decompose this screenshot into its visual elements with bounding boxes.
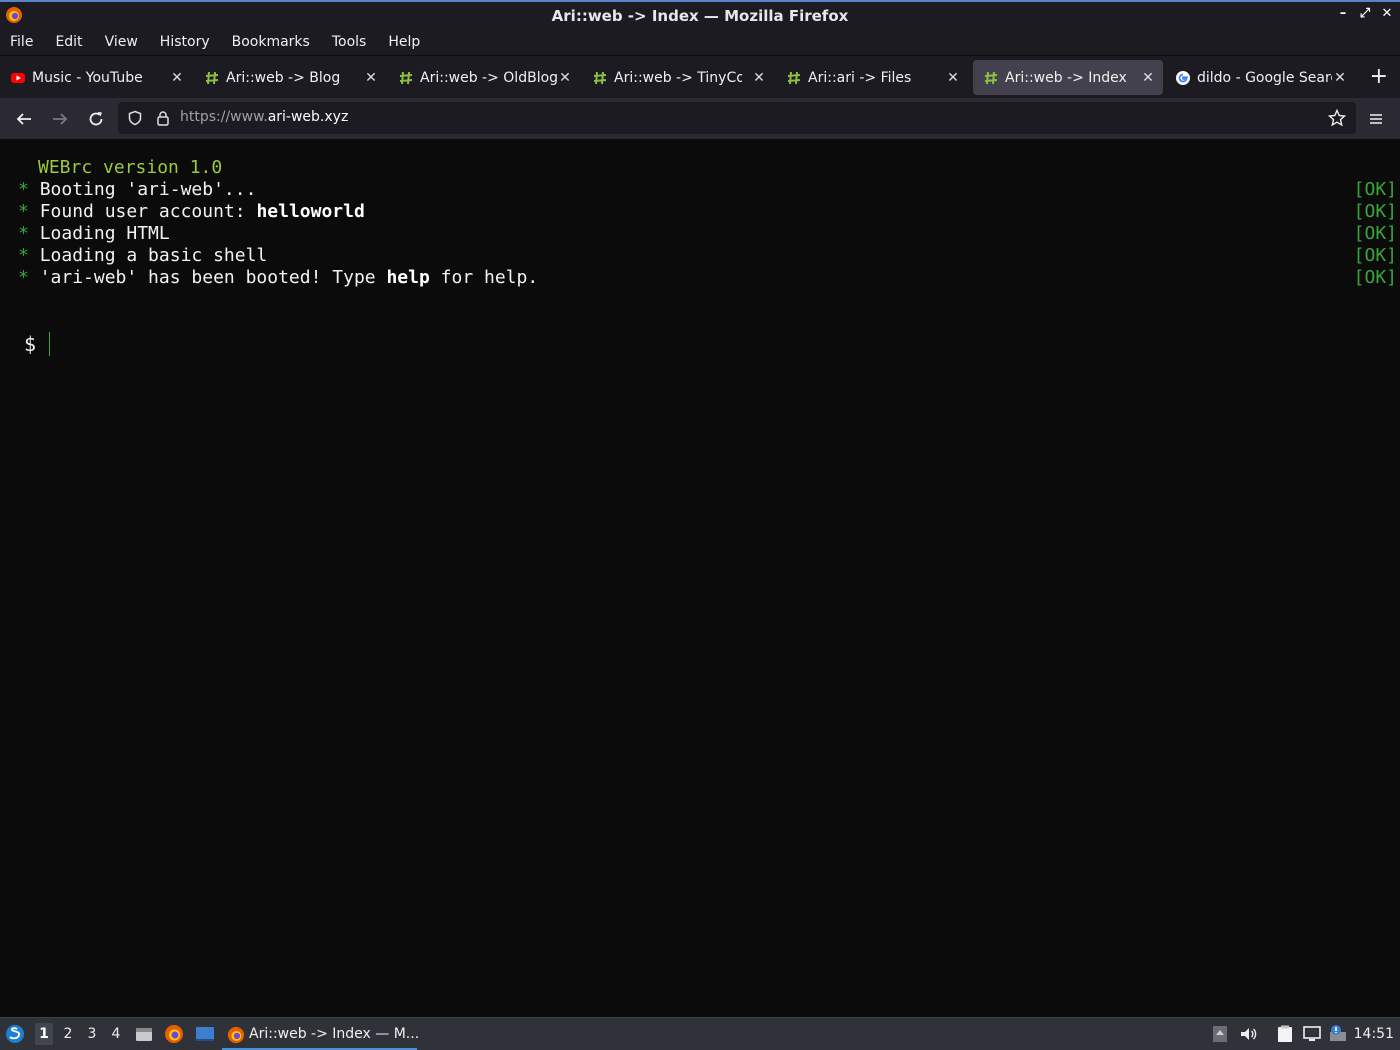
shield-icon[interactable] (127, 110, 143, 126)
arrow-right-icon (53, 113, 68, 125)
url-prefix: https://www. (180, 109, 268, 125)
boot-line: * Booting 'ari-web'... (18, 179, 257, 200)
shell-prompt: $ (24, 332, 37, 356)
url-domain: ari-web.xyz (267, 109, 349, 125)
new-tab-button[interactable]: + (1370, 66, 1388, 88)
tab-close-icon[interactable]: ✕ (364, 70, 378, 86)
tab-files[interactable]: Ari::ari -> Files ✕ (776, 60, 968, 95)
volume-icon[interactable] (1238, 1024, 1258, 1044)
tab-close-icon[interactable]: ✕ (170, 70, 184, 86)
tab-label: Ari::ari -> Files (808, 69, 912, 86)
maximize-icon[interactable]: ⤢ (1358, 6, 1372, 22)
network-icon[interactable] (1302, 1024, 1322, 1044)
tab-close-icon[interactable]: ✕ (1141, 70, 1155, 86)
taskbar: 1 2 3 4 Ari::web -> Index — M... 14:51 (0, 1017, 1400, 1050)
tab-label: Music - YouTube (32, 69, 143, 86)
menu-edit[interactable]: Edit (55, 34, 82, 50)
menu-bar: File Edit View History Bookmarks Tools H… (0, 29, 1400, 55)
tab-label: Ari::web -> TinyCore (614, 69, 742, 86)
firefox-icon (6, 7, 22, 23)
hamburger-icon (1370, 114, 1382, 124)
tab-label: Ari::web -> OldBlog (420, 69, 559, 86)
url-text[interactable]: https://www.ari-web.xyz (180, 109, 348, 125)
version-line: WEBrc version 1.0 (38, 157, 223, 178)
tab-index[interactable]: Ari::web -> Index ✕ (973, 60, 1163, 95)
window-titlebar: Ari::web -> Index — Mozilla Firefox – ⤢ … (0, 0, 1400, 29)
clock: 14:51 (1353, 1026, 1394, 1042)
lock-icon[interactable] (155, 110, 171, 126)
reload-button[interactable] (84, 107, 108, 131)
status-ok: [OK] (1353, 201, 1397, 222)
page-content: WEBrc version 1.0 * Booting 'ari-web'...… (0, 141, 1400, 1017)
tab-blog[interactable]: Ari::web -> Blog ✕ (194, 60, 386, 95)
hash-icon (593, 71, 607, 84)
menu-tools[interactable]: Tools (332, 34, 367, 50)
menu-history[interactable]: History (160, 34, 210, 50)
shell-input-cursor[interactable] (49, 332, 50, 356)
help-command: help (386, 267, 430, 288)
hash-icon (984, 71, 998, 84)
tab-label: Ari::web -> Index (1005, 69, 1127, 86)
window-controls: – ⤢ ✕ (1336, 6, 1394, 22)
start-menu-icon[interactable] (5, 1024, 25, 1044)
clipboard-icon[interactable] (1275, 1024, 1295, 1044)
status-ok: [OK] (1353, 223, 1397, 244)
close-icon[interactable]: ✕ (1380, 6, 1394, 22)
hash-icon (205, 71, 219, 84)
minimize-icon[interactable]: – (1336, 6, 1350, 22)
workspace-4[interactable]: 4 (107, 1026, 125, 1042)
boot-line: * Loading HTML (18, 223, 170, 244)
tab-close-icon[interactable]: ✕ (946, 70, 960, 86)
notification-icon[interactable] (1328, 1024, 1348, 1044)
firefox-icon (227, 1026, 245, 1044)
app-menu-button[interactable] (1364, 107, 1388, 131)
star-icon[interactable] (1328, 109, 1346, 127)
tab-close-icon[interactable]: ✕ (558, 70, 572, 86)
workspace-1[interactable]: 1 (35, 1023, 53, 1045)
hash-icon (399, 71, 413, 84)
tray-arrow-icon[interactable] (1210, 1024, 1230, 1044)
window-title: Ari::web -> Index — Mozilla Firefox (551, 6, 849, 25)
terminal-icon[interactable] (195, 1024, 215, 1044)
tab-close-icon[interactable]: ✕ (1333, 70, 1347, 86)
tab-oldblog[interactable]: Ari::web -> OldBlog ✕ (388, 60, 580, 95)
boot-line: * Found user account: helloworld (18, 201, 365, 222)
youtube-icon (11, 72, 25, 83)
menu-file[interactable]: File (10, 34, 33, 50)
tab-music-youtube[interactable]: Music - YouTube ✕ (0, 60, 192, 95)
status-ok: [OK] (1353, 245, 1397, 266)
boot-line: * Loading a basic shell (18, 245, 268, 266)
menu-bookmarks[interactable]: Bookmarks (232, 34, 310, 50)
tab-close-icon[interactable]: ✕ (752, 70, 766, 86)
username: helloworld (256, 201, 365, 222)
menu-view[interactable]: View (105, 34, 138, 50)
workspace-2[interactable]: 2 (59, 1026, 77, 1042)
tab-tinycore[interactable]: Ari::web -> TinyCore ✕ (582, 60, 774, 95)
back-button[interactable] (12, 107, 36, 131)
tab-label: dildo - Google Search (1197, 69, 1332, 86)
file-manager-icon[interactable] (134, 1024, 154, 1044)
tab-google-search[interactable]: dildo - Google Search ✕ (1165, 60, 1355, 95)
boot-line: * 'ari-web' has been booted! Type help f… (18, 267, 539, 288)
hash-icon (787, 71, 801, 84)
tab-label: Ari::web -> Blog (226, 69, 341, 86)
firefox-icon[interactable] (164, 1024, 184, 1044)
url-bar[interactable]: https://www.ari-web.xyz (118, 102, 1356, 134)
taskbar-task-label: Ari::web -> Index — M... (249, 1026, 420, 1042)
forward-button[interactable] (48, 107, 72, 131)
menu-help[interactable]: Help (388, 34, 420, 50)
taskbar-task-firefox[interactable]: Ari::web -> Index — M... (222, 1020, 420, 1050)
arrow-left-icon (16, 113, 31, 125)
status-ok: [OK] (1353, 179, 1397, 200)
navigation-toolbar: https://www.ari-web.xyz (0, 98, 1400, 140)
workspace-3[interactable]: 3 (83, 1026, 101, 1042)
google-icon (1176, 70, 1190, 85)
reload-icon (89, 112, 103, 126)
tab-bar: Music - YouTube ✕ Ari::web -> Blog ✕ Ari… (0, 56, 1400, 98)
status-ok: [OK] (1353, 267, 1397, 288)
